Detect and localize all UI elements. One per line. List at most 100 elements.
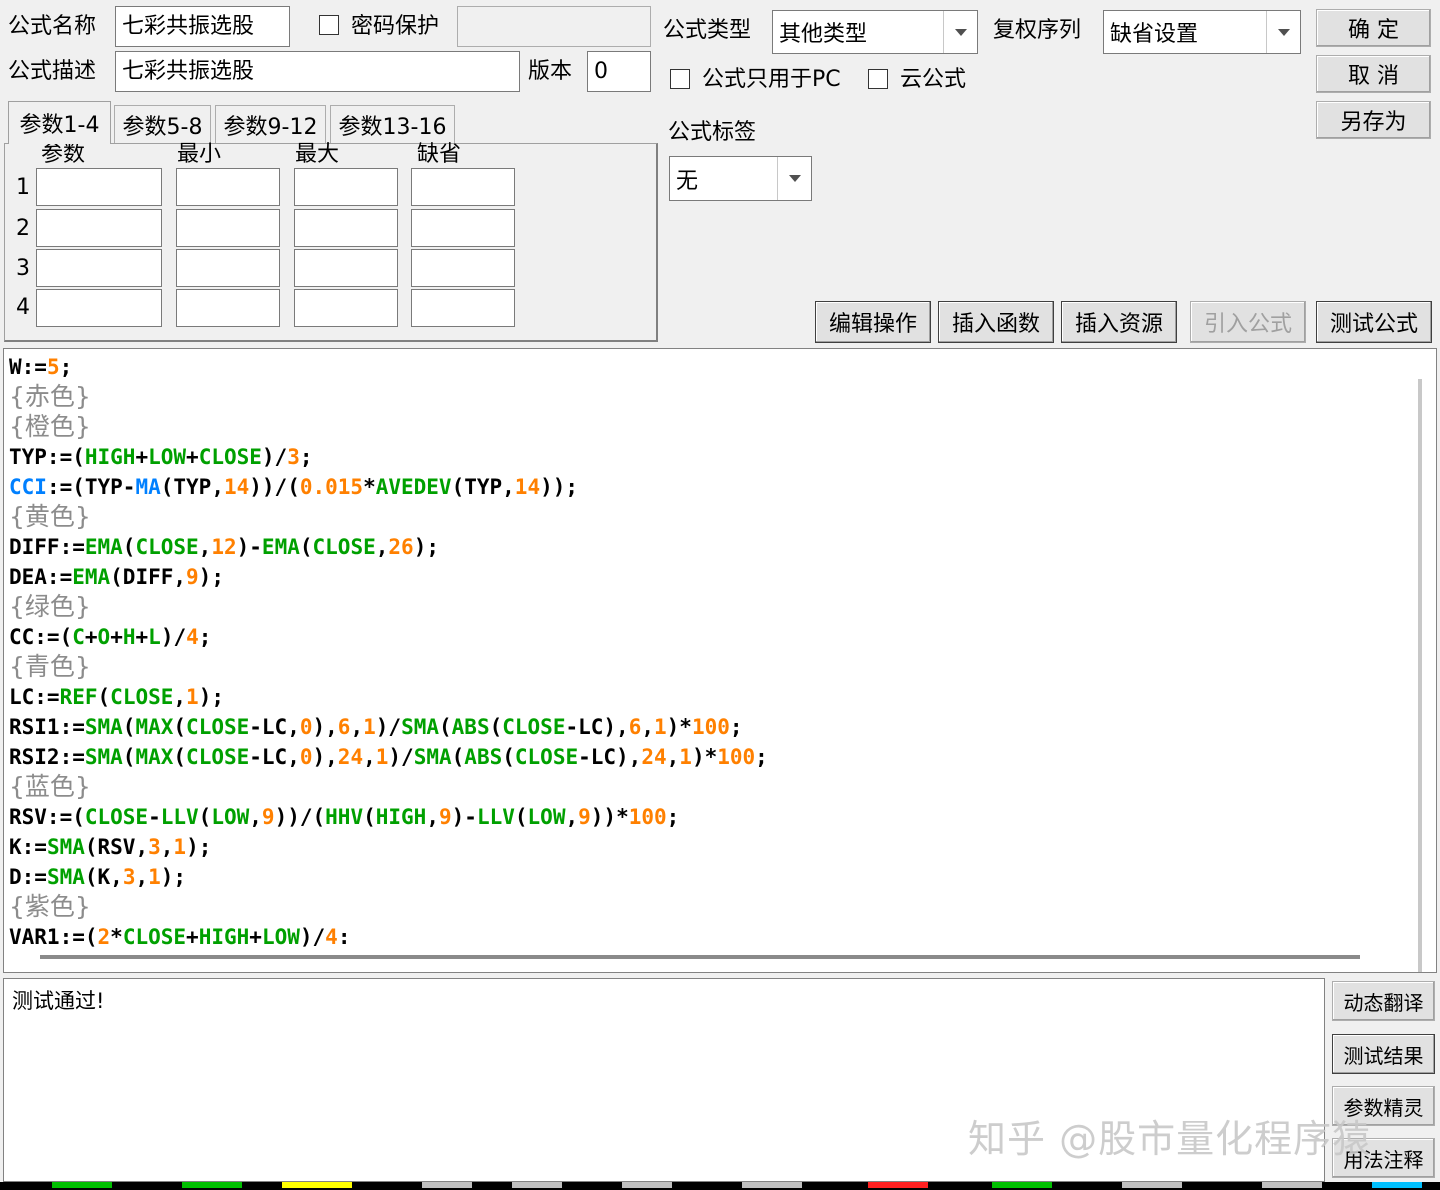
- code-token: {橙色}: [9, 412, 91, 441]
- chevron-down-icon[interactable]: [777, 157, 811, 200]
- tab-params-9-12[interactable]: 参数9-12: [215, 105, 326, 143]
- formula-name-label: 公式名称: [8, 14, 97, 39]
- pc-only-checkbox[interactable]: [670, 69, 690, 89]
- param-4-min-field[interactable]: [176, 289, 280, 327]
- cloud-label: 云公式: [900, 67, 967, 92]
- version-field[interactable]: 0: [587, 51, 651, 92]
- code-token: D:=: [9, 865, 47, 889]
- horizontal-scrollbar[interactable]: [40, 955, 1360, 959]
- tab-params-5-8[interactable]: 参数5-8: [114, 105, 211, 143]
- param-1-max-field[interactable]: [294, 168, 398, 206]
- code-line[interactable]: RSI2:=SMA(MAX(CLOSE-LC,0),24,1)/SMA(ABS(…: [9, 742, 768, 772]
- param-2-min-field[interactable]: [176, 209, 280, 247]
- param-3-default-field[interactable]: [411, 249, 515, 287]
- code-line[interactable]: DEA:=EMA(DIFF,9);: [9, 562, 768, 592]
- code-editor[interactable]: W:=5; {赤色} {橙色} TYP:=(HIGH+LOW+CLOSE)/3; CCI…: [3, 348, 1437, 973]
- param-3-min-field[interactable]: [176, 249, 280, 287]
- code-token: (DIFF,: [110, 565, 187, 589]
- code-line[interactable]: CC:=(C+O+H+L)/4;: [9, 622, 768, 652]
- code-token: ,: [565, 805, 579, 829]
- param-1-min-field[interactable]: [176, 168, 280, 206]
- code-line[interactable]: D:=SMA(K,3,1);: [9, 862, 768, 892]
- cloud-checkbox[interactable]: [868, 69, 888, 89]
- dynamic-translate-button[interactable]: 动态翻译: [1332, 981, 1435, 1021]
- code-token: ABS: [451, 715, 490, 739]
- code-token: ;: [666, 805, 680, 829]
- formula-name-field[interactable]: 七彩共振选股: [115, 6, 290, 47]
- import-formula-button[interactable]: 引入公式: [1190, 301, 1306, 343]
- code-line[interactable]: RSV:=(CLOSE-LLV(LOW,9))/(HHV(HIGH,9)-LLV…: [9, 802, 768, 832]
- param-4-name-field[interactable]: [36, 289, 162, 327]
- param-1-default-field[interactable]: [411, 168, 515, 206]
- code-line[interactable]: {紫色}: [9, 892, 768, 922]
- edit-operations-button[interactable]: 编辑操作: [815, 301, 931, 343]
- code-content[interactable]: W:=5; {赤色} {橙色} TYP:=(HIGH+LOW+CLOSE)/3; CCI…: [9, 352, 768, 952]
- code-token: CLOSE: [198, 445, 262, 469]
- formula-tag-select[interactable]: 无: [669, 156, 812, 201]
- code-token: (: [489, 715, 503, 739]
- code-token: +: [186, 925, 199, 949]
- save-as-button[interactable]: 另存为: [1316, 101, 1431, 139]
- code-line[interactable]: VAR1:=(2*CLOSE+HIGH+LOW)/4:: [9, 922, 768, 952]
- code-line[interactable]: RSI1:=SMA(MAX(CLOSE-LC,0),6,1)/SMA(ABS(C…: [9, 712, 768, 742]
- param-2-default-field[interactable]: [411, 209, 515, 247]
- code-line[interactable]: K:=SMA(RSV,3,1);: [9, 832, 768, 862]
- vertical-scrollbar[interactable]: [1418, 379, 1422, 972]
- param-4-default-field[interactable]: [411, 289, 515, 327]
- insert-function-button[interactable]: 插入函数: [938, 301, 1054, 343]
- rights-seq-select[interactable]: 缺省设置: [1103, 10, 1301, 54]
- code-line[interactable]: {蓝色}: [9, 772, 768, 802]
- chevron-down-icon[interactable]: [1266, 11, 1300, 53]
- code-line[interactable]: W:=5;: [9, 352, 768, 382]
- code-token: -LC),: [578, 745, 642, 769]
- param-2-name-field[interactable]: [36, 209, 162, 247]
- code-line[interactable]: {黄色}: [9, 502, 768, 532]
- code-token: 24: [337, 745, 364, 769]
- tab-params-1-4[interactable]: 参数1-4: [8, 101, 111, 144]
- cancel-button[interactable]: 取 消: [1316, 55, 1431, 93]
- param-3-name-field[interactable]: [36, 249, 162, 287]
- code-token: EMA: [261, 535, 300, 559]
- code-line[interactable]: {赤色}: [9, 382, 768, 412]
- code-token: ,: [426, 805, 439, 829]
- param-3-max-field[interactable]: [294, 249, 398, 287]
- password-field[interactable]: [457, 6, 651, 47]
- test-formula-button[interactable]: 测试公式: [1316, 301, 1432, 343]
- formula-desc-field[interactable]: 七彩共振选股: [115, 51, 520, 92]
- code-line[interactable]: LC:=REF(CLOSE,1);: [9, 682, 768, 712]
- code-line[interactable]: CCI:=(TYP-MA(TYP,14))/(0.015*AVEDEV(TYP,…: [9, 472, 768, 502]
- formula-type-select[interactable]: 其他类型: [772, 10, 978, 54]
- code-token: HIGH: [375, 805, 427, 829]
- code-token: +: [135, 445, 149, 469]
- watermark-text: 知乎 @股市量化程序猿: [968, 1117, 1372, 1161]
- code-line[interactable]: DIFF:=EMA(CLOSE,12)-EMA(CLOSE,26);: [9, 532, 768, 562]
- code-token: +: [135, 625, 149, 649]
- ok-button[interactable]: 确 定: [1316, 9, 1431, 47]
- chevron-down-icon[interactable]: [943, 11, 977, 53]
- param-2-max-field[interactable]: [294, 209, 398, 247]
- param-row-number: 4: [16, 295, 30, 320]
- code-token: +: [249, 925, 262, 949]
- code-line[interactable]: {橙色}: [9, 412, 768, 442]
- code-token: )/: [388, 745, 414, 769]
- code-token: (: [198, 805, 212, 829]
- code-token: ;: [729, 715, 743, 739]
- code-line[interactable]: TYP:=(HIGH+LOW+CLOSE)/3;: [9, 442, 768, 472]
- code-line[interactable]: {绿色}: [9, 592, 768, 622]
- param-4-max-field[interactable]: [294, 289, 398, 327]
- formula-type-value: 其他类型: [779, 22, 868, 47]
- insert-resource-button[interactable]: 插入资源: [1061, 301, 1177, 343]
- code-token: :=(TYP-: [46, 475, 136, 499]
- test-result-button[interactable]: 测试结果: [1332, 1034, 1435, 1074]
- code-token: CLOSE: [135, 535, 199, 559]
- code-token: (TYP,: [160, 475, 224, 499]
- code-token: ,: [198, 535, 212, 559]
- code-line[interactable]: {青色}: [9, 652, 768, 682]
- code-token: {蓝色}: [9, 772, 91, 801]
- code-token: 2: [97, 925, 111, 949]
- password-checkbox[interactable]: [319, 15, 339, 35]
- param-1-name-field[interactable]: [36, 168, 162, 206]
- code-token: (K,: [84, 865, 123, 889]
- tab-params-13-16[interactable]: 参数13-16: [330, 105, 455, 143]
- code-token: DIFF:=: [9, 535, 85, 559]
